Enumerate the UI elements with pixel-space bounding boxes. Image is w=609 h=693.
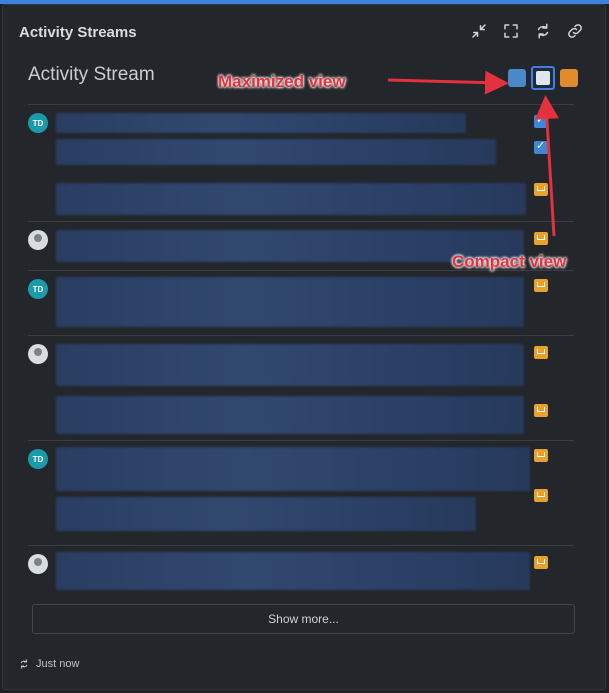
refresh-status: Just now bbox=[18, 658, 79, 670]
link-icon[interactable] bbox=[565, 21, 585, 41]
redacted-text bbox=[56, 277, 524, 327]
avatar[interactable] bbox=[28, 230, 48, 250]
expand-icon[interactable] bbox=[501, 21, 521, 41]
check-icon[interactable] bbox=[534, 139, 548, 154]
avatar[interactable]: TD bbox=[28, 113, 48, 133]
widget-title: Activity Streams bbox=[19, 24, 137, 41]
compact-view-icon[interactable] bbox=[531, 66, 555, 90]
redacted-text bbox=[56, 183, 526, 215]
refresh-small-icon[interactable] bbox=[18, 658, 30, 670]
redacted-text bbox=[56, 447, 530, 491]
activity-stream-list: TD TD TD bbox=[28, 104, 574, 594]
refresh-time: Just now bbox=[36, 658, 80, 670]
list-item bbox=[28, 545, 574, 594]
mail-icon[interactable] bbox=[534, 489, 548, 502]
avatar[interactable] bbox=[28, 554, 48, 574]
show-more-button[interactable]: Show more... bbox=[32, 604, 575, 634]
compact-view-glyph bbox=[536, 71, 550, 85]
annotation-compact: Compact view bbox=[452, 252, 567, 271]
mail-icon[interactable] bbox=[534, 279, 548, 292]
view-switcher bbox=[508, 66, 578, 90]
maximized-view-icon[interactable] bbox=[508, 69, 526, 87]
stream-title: Activity Stream bbox=[28, 64, 155, 85]
refresh-icon[interactable] bbox=[533, 21, 553, 41]
mail-icon[interactable] bbox=[534, 346, 548, 359]
avatar[interactable]: TD bbox=[28, 449, 48, 469]
mail-icon[interactable] bbox=[534, 449, 548, 462]
list-item: TD bbox=[28, 440, 574, 545]
redacted-text bbox=[56, 344, 524, 386]
mail-icon[interactable] bbox=[534, 556, 548, 569]
redacted-text bbox=[56, 113, 466, 133]
redacted-text bbox=[56, 552, 530, 590]
redacted-text bbox=[56, 396, 524, 434]
annotation-maximized: Maximized view bbox=[218, 72, 346, 91]
list-item bbox=[28, 335, 574, 440]
redacted-text bbox=[56, 139, 496, 165]
mail-icon[interactable] bbox=[534, 183, 548, 196]
rss-icon[interactable] bbox=[560, 69, 578, 87]
list-item: TD bbox=[28, 104, 574, 221]
mail-icon[interactable] bbox=[534, 232, 548, 245]
list-item: TD bbox=[28, 270, 574, 335]
redacted-text bbox=[56, 497, 476, 531]
avatar[interactable] bbox=[28, 344, 48, 364]
check-icon[interactable] bbox=[534, 113, 548, 128]
widget-toolbar bbox=[469, 21, 585, 41]
compress-icon[interactable] bbox=[469, 21, 489, 41]
mail-icon[interactable] bbox=[534, 404, 548, 417]
avatar[interactable]: TD bbox=[28, 279, 48, 299]
